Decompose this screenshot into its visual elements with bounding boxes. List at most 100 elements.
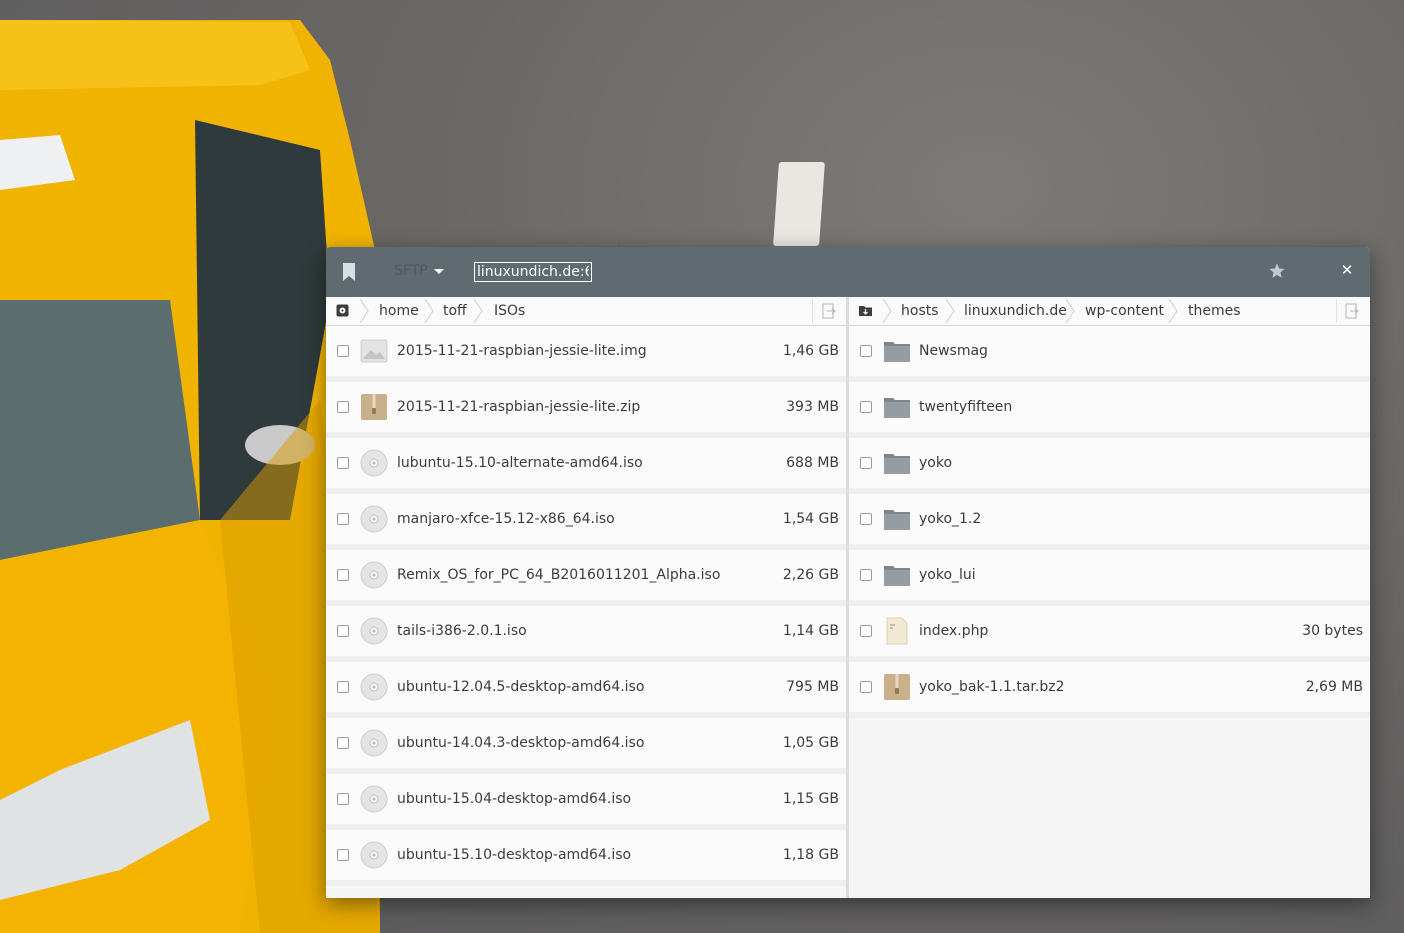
file-size: 30 bytes <box>1302 623 1363 639</box>
breadcrumb-separator-icon <box>882 299 892 323</box>
open-location-icon[interactable] <box>1345 303 1359 319</box>
file-name: 2015-11-21-raspbian-jessie-lite.img <box>397 343 647 359</box>
row-checkbox[interactable] <box>337 737 349 749</box>
optical-disc-icon <box>360 673 388 701</box>
row-checkbox[interactable] <box>860 625 872 637</box>
bookmark-icon[interactable] <box>342 263 356 281</box>
file-name: yoko_bak-1.1.tar.bz2 <box>919 679 1065 695</box>
file-name: lubuntu-15.10-alternate-amd64.iso <box>397 455 643 471</box>
row-checkbox[interactable] <box>337 849 349 861</box>
archive-icon <box>360 393 388 421</box>
optical-disc-icon <box>360 841 388 869</box>
file-name: twentyfifteen <box>919 399 1013 415</box>
right-file-list: Newsmag twentyfifteen yoko yoko_1.2 yoko_lui… <box>849 326 1370 718</box>
row-checkbox[interactable] <box>337 625 349 637</box>
file-row[interactable]: Remix_OS_for_PC_64_B2016011201_Alpha.iso… <box>326 550 846 606</box>
breadcrumb-domain[interactable]: linuxundich.de <box>964 297 1067 325</box>
close-icon[interactable]: ✕ <box>1340 263 1354 278</box>
file-row[interactable]: Newsmag <box>849 326 1370 382</box>
breadcrumb-isos[interactable]: ISOs <box>494 297 525 325</box>
folder-icon <box>883 561 911 589</box>
address-input[interactable] <box>474 262 592 282</box>
left-pathbar: home toff ISOs <box>326 297 846 326</box>
row-checkbox[interactable] <box>337 401 349 413</box>
file-size: 1,14 GB <box>782 623 839 639</box>
file-name: yoko_lui <box>919 567 976 583</box>
breadcrumb-separator-icon <box>473 299 483 323</box>
remote-folder-icon[interactable] <box>859 304 872 317</box>
disk-image-icon <box>360 337 388 365</box>
row-checkbox[interactable] <box>337 793 349 805</box>
file-name: ubuntu-15.04-desktop-amd64.iso <box>397 791 632 807</box>
file-size: 1,54 GB <box>782 511 839 527</box>
breadcrumb-separator-icon <box>424 299 434 323</box>
folder-icon <box>883 393 911 421</box>
file-row[interactable]: ubuntu-15.10-desktop-amd64.iso 1,18 GB <box>326 830 846 886</box>
right-pane: hosts linuxundich.de wp-content themes N… <box>849 297 1370 898</box>
optical-disc-icon <box>360 785 388 813</box>
file-name: ubuntu-12.04.5-desktop-amd64.iso <box>397 679 645 695</box>
taxi-image <box>0 20 380 933</box>
row-checkbox[interactable] <box>860 457 872 469</box>
row-checkbox[interactable] <box>860 401 872 413</box>
breadcrumb-separator-icon <box>945 299 955 323</box>
optical-disc-icon <box>360 505 388 533</box>
file-row[interactable]: tails-i386-2.0.1.iso 1,14 GB <box>326 606 846 662</box>
file-row[interactable]: ubuntu-12.04.5-desktop-amd64.iso 795 MB <box>326 662 846 718</box>
protocol-label: SFTP <box>394 263 428 279</box>
breadcrumb-separator-icon <box>1168 299 1178 323</box>
file-row[interactable]: ubuntu-15.04-desktop-amd64.iso 1,15 GB <box>326 774 846 830</box>
breadcrumb-hosts[interactable]: hosts <box>901 297 939 325</box>
folder-icon <box>883 505 911 533</box>
row-checkbox[interactable] <box>337 345 349 357</box>
optical-disc-icon <box>360 449 388 477</box>
folder-icon <box>883 337 911 365</box>
row-checkbox[interactable] <box>337 457 349 469</box>
row-gap <box>849 712 1370 718</box>
breadcrumb-wp-content[interactable]: wp-content <box>1085 297 1164 325</box>
row-checkbox[interactable] <box>860 569 872 581</box>
row-checkbox[interactable] <box>337 681 349 693</box>
file-size: 1,46 GB <box>782 343 839 359</box>
file-row[interactable]: ubuntu-14.04.3-desktop-amd64.iso 1,05 GB <box>326 718 846 774</box>
optical-disc-icon <box>360 561 388 589</box>
drive-icon[interactable] <box>336 304 349 317</box>
file-size: 393 MB <box>786 399 839 415</box>
file-size: 2,26 GB <box>782 567 839 583</box>
lane-marking <box>773 162 825 246</box>
row-checkbox[interactable] <box>860 513 872 525</box>
breadcrumb-themes[interactable]: themes <box>1188 297 1241 325</box>
left-file-list: 2015-11-21-raspbian-jessie-lite.img 1,46 … <box>326 326 846 886</box>
text-file-icon <box>883 617 911 645</box>
row-checkbox[interactable] <box>860 681 872 693</box>
row-checkbox[interactable] <box>860 345 872 357</box>
file-row[interactable]: lubuntu-15.10-alternate-amd64.iso 688 MB <box>326 438 846 494</box>
titlebar: SFTP ✕ <box>326 247 1370 297</box>
file-row[interactable]: yoko_1.2 <box>849 494 1370 550</box>
file-row[interactable]: yoko_lui <box>849 550 1370 606</box>
file-name: yoko_1.2 <box>919 511 982 527</box>
chevron-down-icon <box>433 268 444 274</box>
file-name: yoko <box>919 455 953 471</box>
star-icon[interactable] <box>1268 262 1286 280</box>
file-size: 1,15 GB <box>782 791 839 807</box>
file-size: 688 MB <box>786 455 839 471</box>
file-row[interactable]: manjaro-xfce-15.12-x86_64.iso 1,54 GB <box>326 494 846 550</box>
file-row[interactable]: 2015-11-21-raspbian-jessie-lite.img 1,46 … <box>326 326 846 382</box>
file-row[interactable]: yoko_bak-1.1.tar.bz2 2,69 MB <box>849 662 1370 718</box>
folder-icon <box>883 449 911 477</box>
protocol-dropdown[interactable]: SFTP <box>394 263 444 279</box>
open-location-icon[interactable] <box>822 303 836 319</box>
file-name: Newsmag <box>919 343 988 359</box>
row-checkbox[interactable] <box>337 569 349 581</box>
file-row[interactable]: yoko <box>849 438 1370 494</box>
breadcrumb-toff[interactable]: toff <box>443 297 467 325</box>
row-gap <box>326 880 846 886</box>
row-checkbox[interactable] <box>337 513 349 525</box>
file-name: index.php <box>919 623 989 639</box>
file-row[interactable]: 2015-11-21-raspbian-jessie-lite.zip 393 M… <box>326 382 846 438</box>
file-row[interactable]: twentyfifteen <box>849 382 1370 438</box>
file-name: tails-i386-2.0.1.iso <box>397 623 527 639</box>
breadcrumb-home[interactable]: home <box>379 297 419 325</box>
file-row[interactable]: index.php 30 bytes <box>849 606 1370 662</box>
